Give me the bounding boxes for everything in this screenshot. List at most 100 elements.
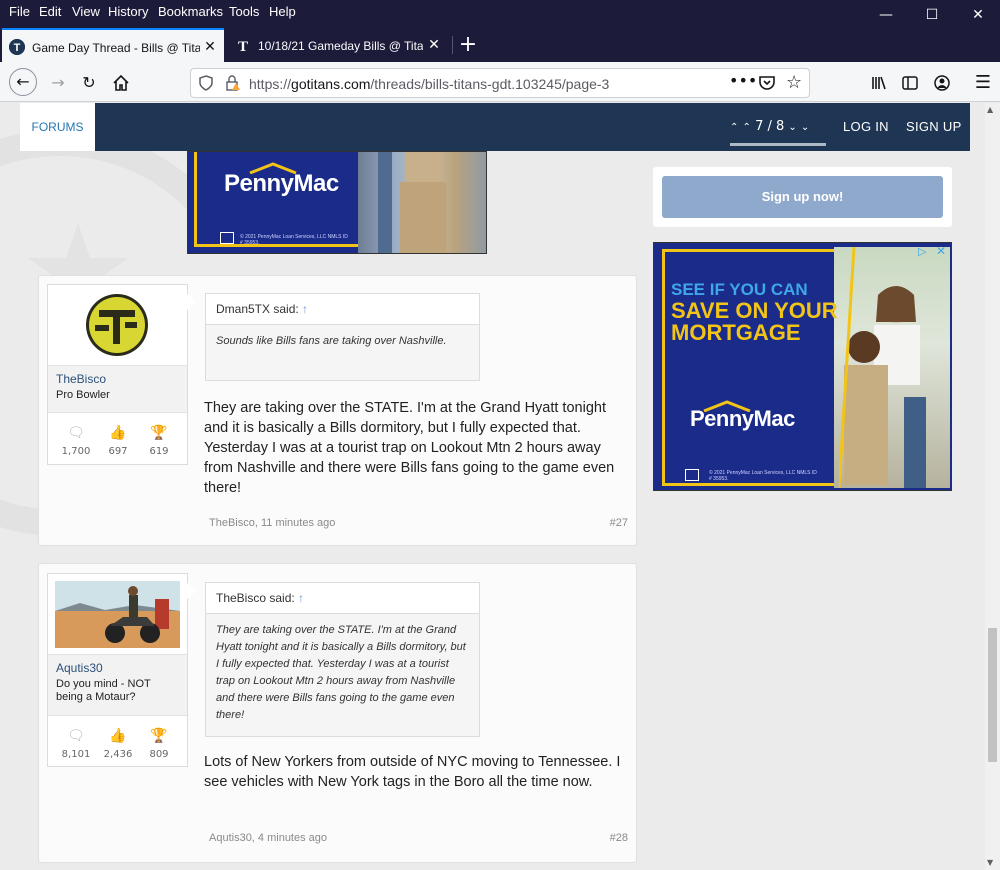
hamburger-menu-icon[interactable]: ☰	[970, 70, 996, 96]
page-viewport: FORUMS ⌃ ⌃ 7 / 8 ⌄ ⌄ LOG IN SIGN UP Penn…	[0, 103, 985, 870]
username[interactable]: Aqutis30	[56, 661, 179, 675]
titans-favicon-icon: T	[9, 39, 25, 55]
scroll-up-icon[interactable]: ▲	[987, 105, 993, 114]
url-text: https://gotitans.com/threads/bills-titan…	[249, 76, 610, 92]
home-icon[interactable]	[108, 70, 134, 96]
library-icon[interactable]	[866, 70, 892, 96]
login-link[interactable]: LOG IN	[843, 119, 889, 134]
user-title: Pro Bowler	[56, 389, 110, 401]
maximize-icon[interactable]: ☐	[910, 2, 954, 28]
next-page-icon[interactable]: ⌄	[788, 122, 796, 133]
ad-stripe	[839, 247, 856, 488]
adchoices-icon[interactable]: ▷	[918, 245, 926, 258]
close-window-icon[interactable]: ✕	[956, 2, 1000, 28]
menu-file[interactable]: File	[9, 4, 30, 19]
tab-title: Game Day Thread - Bills @ Tita	[32, 41, 200, 55]
menu-help[interactable]: Help	[269, 4, 296, 19]
username[interactable]: TheBisco	[56, 372, 179, 386]
post-message: Lots of New Yorkers from outside of NYC …	[204, 754, 621, 790]
post-meta[interactable]: Aqutis30, 4 minutes ago	[209, 832, 327, 844]
messages-stat: 🗨 8,101	[53, 723, 99, 760]
user-info: TheBisco Pro Bowler	[48, 365, 187, 413]
user-stats: 🗨 1,700 👍 697 🏆 619	[48, 420, 187, 470]
first-page-icon[interactable]: ⌃	[730, 122, 738, 133]
user-card-arrow	[187, 583, 196, 599]
page-nav-underline	[730, 143, 826, 146]
last-page-icon[interactable]: ⌄	[801, 122, 809, 133]
forward-arrow-icon[interactable]: →	[45, 70, 71, 96]
user-card-arrow	[187, 294, 196, 310]
thumbs-up-icon: 👍	[109, 425, 127, 441]
pennymac-roof-icon	[249, 162, 297, 174]
navigation-toolbar: ← → ↻ https://gotitans.com/threads/bills…	[0, 62, 1000, 102]
likes-stat: 👍 697	[95, 420, 141, 457]
avatar[interactable]	[55, 581, 180, 648]
likes-stat: 👍 2,436	[95, 723, 141, 760]
pennymac-side-ad[interactable]: ▷ ✕ SEE IF YOU CAN SAVE ON YOUR MORTGAGE…	[653, 242, 952, 491]
signup-now-button[interactable]: Sign up now!	[662, 176, 943, 218]
ad-photo	[358, 152, 486, 253]
quote-header[interactable]: Dman5TX said: ↑	[206, 294, 479, 325]
ad-close-icon[interactable]: ✕	[936, 244, 946, 258]
avatar[interactable]	[55, 292, 180, 359]
tab-strip: T Game Day Thread - Bills @ Tita ✕ T 10/…	[0, 28, 1000, 62]
post-meta[interactable]: TheBisco, 11 minutes ago	[209, 517, 335, 529]
forum-header	[20, 103, 970, 151]
quote-block: TheBisco said: ↑ They are taking over th…	[205, 582, 480, 737]
url-bar[interactable]: https://gotitans.com/threads/bills-titan…	[190, 68, 810, 98]
quote-header[interactable]: TheBisco said: ↑	[206, 583, 479, 614]
trophy-icon: 🏆	[150, 425, 168, 441]
page-actions-icon[interactable]: •••	[729, 71, 757, 90]
page-jump-nav[interactable]: ⌃ ⌃ 7 / 8 ⌄ ⌄	[730, 119, 826, 134]
user-title: Do you mind - NOT being a Motaur?	[56, 678, 151, 703]
quote-block: Dman5TX said: ↑ Sounds like Bills fans a…	[205, 293, 480, 381]
reload-icon[interactable]: ↻	[76, 70, 102, 96]
scrollbar-thumb[interactable]	[988, 628, 997, 762]
back-arrow-icon[interactable]: ←	[9, 68, 37, 96]
menu-edit[interactable]: Edit	[39, 4, 61, 19]
tab-close-icon[interactable]: ✕	[202, 38, 218, 54]
post-number[interactable]: #28	[610, 832, 628, 844]
ad-headline-3: MORTGAGE	[671, 320, 801, 345]
tab-gameday-bills[interactable]: T 10/18/21 Gameday Bills @ Titan ✕	[228, 28, 450, 62]
prev-page-icon[interactable]: ⌃	[743, 122, 751, 133]
speech-bubble-icon: 🗨	[67, 425, 85, 441]
tab-title: 10/18/21 Gameday Bills @ Titan	[258, 39, 423, 53]
shield-icon[interactable]	[199, 75, 213, 95]
menu-bar: File Edit View History Bookmarks Tools H…	[0, 0, 1000, 28]
user-stats: 🗨 8,101 👍 2,436 🏆 809	[48, 723, 187, 773]
scroll-down-icon[interactable]: ▼	[987, 858, 993, 867]
t-favicon-icon: T	[235, 37, 251, 55]
trophy-icon: 🏆	[150, 728, 168, 744]
sidebar-icon[interactable]	[897, 70, 923, 96]
svg-text:T: T	[238, 39, 248, 53]
jump-to-quote-icon[interactable]: ↑	[302, 302, 308, 316]
lock-warning-icon[interactable]	[225, 75, 241, 95]
thumbs-up-icon: 👍	[109, 728, 127, 744]
menu-history[interactable]: History	[108, 4, 148, 19]
messages-stat: 🗨 1,700	[53, 420, 99, 457]
user-card: Aqutis30 Do you mind - NOT being a Motau…	[47, 573, 188, 767]
jump-to-quote-icon[interactable]: ↑	[298, 591, 304, 605]
tab-close-icon[interactable]: ✕	[426, 36, 442, 52]
pennymac-logo: PennyMac	[224, 170, 339, 197]
user-info: Aqutis30 Do you mind - NOT being a Motau…	[48, 654, 187, 716]
pocket-icon[interactable]	[758, 74, 776, 96]
menu-view[interactable]: View	[72, 4, 100, 19]
menu-bookmarks[interactable]: Bookmarks	[158, 4, 223, 19]
post-message: They are taking over the STATE. I'm at t…	[204, 400, 615, 496]
new-tab-icon[interactable]: +	[456, 33, 480, 57]
tab-game-day-thread[interactable]: T Game Day Thread - Bills @ Tita ✕	[2, 28, 224, 62]
menu-tools[interactable]: Tools	[229, 4, 259, 19]
post-number[interactable]: #27	[610, 517, 628, 529]
bookmark-star-icon[interactable]: ☆	[786, 72, 802, 93]
forums-tab[interactable]: FORUMS	[20, 103, 95, 151]
user-card: TheBisco Pro Bowler 🗨 1,700 👍 697 🏆 619	[47, 284, 188, 465]
ad-fine-print: © 2021 PennyMac Loan Services, LLC NMLS …	[709, 470, 817, 482]
equal-housing-icon	[685, 469, 699, 481]
signup-box: Sign up now!	[653, 167, 952, 227]
account-icon[interactable]	[929, 70, 955, 96]
signup-link[interactable]: SIGN UP	[906, 119, 962, 134]
pennymac-top-ad[interactable]: PennyMac © 2021 PennyMac Loan Services, …	[187, 151, 487, 254]
minimize-icon[interactable]: —	[864, 2, 908, 28]
